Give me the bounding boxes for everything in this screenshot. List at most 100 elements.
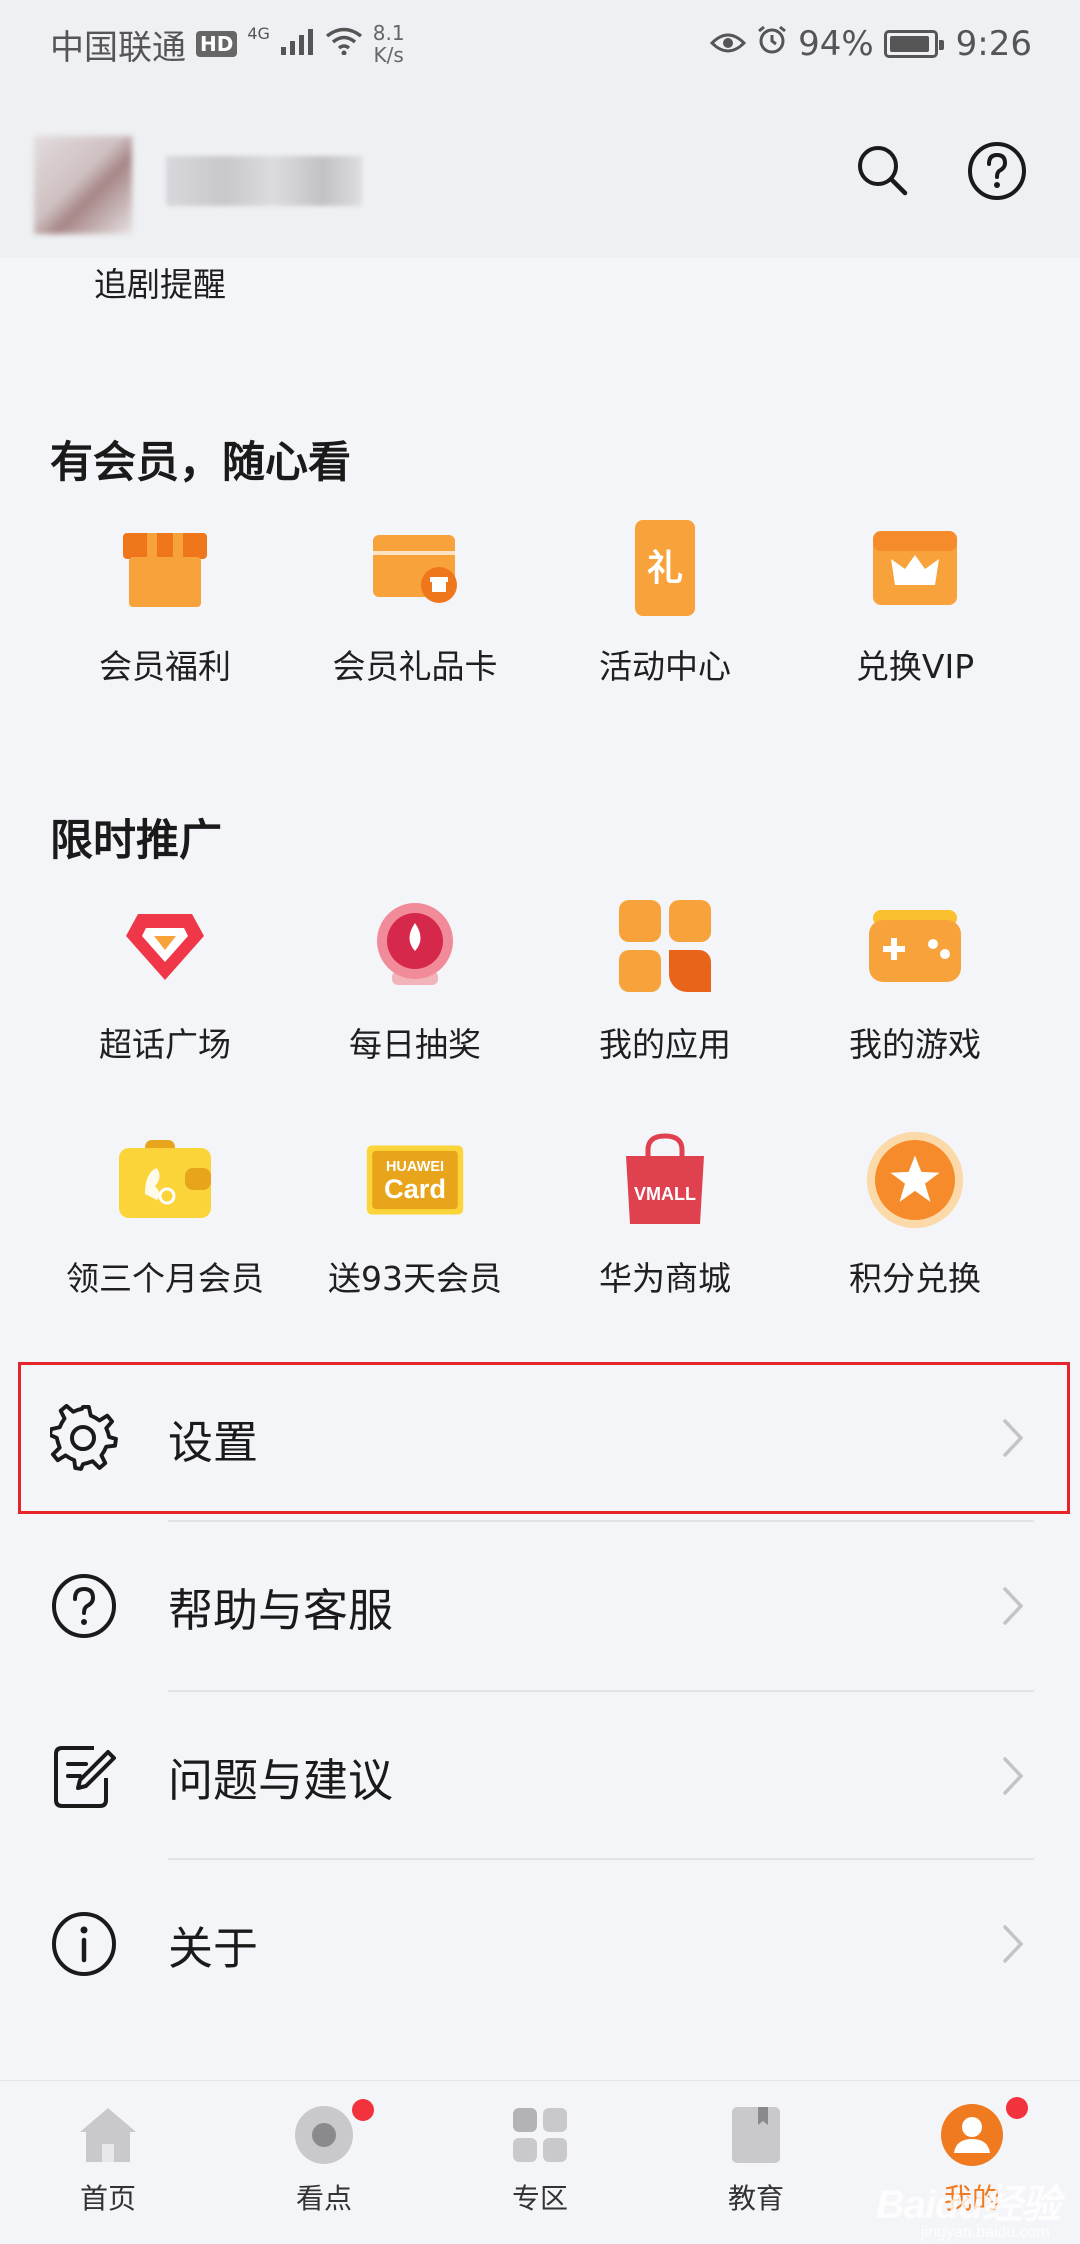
promo-item-my-apps[interactable]: 我的应用 bbox=[545, 896, 785, 1066]
vip-grid: 会员福利 会员礼品卡 礼 活动中心 兑换VIP bbox=[0, 518, 1080, 698]
lottery-icon bbox=[365, 896, 465, 996]
menu-item-label: 帮助与客服 bbox=[168, 1583, 394, 1637]
svg-text:Card: Card bbox=[384, 1173, 446, 1204]
profile-header bbox=[0, 88, 1080, 258]
grid-icon bbox=[508, 2103, 572, 2167]
signal-tag: 4G bbox=[247, 24, 270, 43]
feedback-edit-icon bbox=[50, 1742, 118, 1810]
menu-item-label: 关于 bbox=[168, 1921, 259, 1975]
vip-item-label: 会员礼品卡 bbox=[332, 647, 498, 686]
promo-item-label: 我的游戏 bbox=[849, 1025, 981, 1064]
help-circle-icon bbox=[50, 1572, 118, 1640]
promo-item-vmall[interactable]: VMALL 华为商城 bbox=[545, 1130, 785, 1300]
profile-icon bbox=[940, 2097, 1028, 2167]
nav-discover[interactable]: 看点 bbox=[264, 2099, 384, 2217]
promo-grid-row-1: 超话广场 每日抽奖 我的应用 我的游戏 bbox=[0, 896, 1080, 1076]
username[interactable] bbox=[166, 156, 362, 206]
promo-section-title: 限时推广 bbox=[50, 816, 222, 866]
phone-gift-icon: 礼 bbox=[615, 518, 715, 618]
cellular-signal-icon: 4G bbox=[247, 24, 314, 64]
chevron-right-icon bbox=[998, 1756, 1028, 1796]
promo-item-daily-lottery[interactable]: 每日抽奖 bbox=[295, 896, 535, 1066]
wifi-icon bbox=[325, 24, 363, 64]
crown-icon bbox=[865, 518, 965, 618]
vmall-bag-icon: VMALL bbox=[615, 1130, 715, 1230]
vip-item-gift-card[interactable]: 会员礼品卡 bbox=[295, 518, 535, 688]
nav-zone[interactable]: 专区 bbox=[480, 2103, 600, 2217]
avatar[interactable] bbox=[34, 136, 132, 234]
chevron-right-icon bbox=[998, 1586, 1028, 1626]
status-left: 中国联通 HD 4G 8.1 K/s bbox=[50, 20, 405, 69]
discover-icon bbox=[292, 2099, 374, 2167]
promo-item-label: 积分兑换 bbox=[849, 1259, 981, 1298]
help-circle-icon[interactable] bbox=[962, 136, 1032, 206]
promo-grid-row-2: 领三个月会员 HUAWEI Card 送93天会员 VMALL 华为商城 积分兑… bbox=[0, 1130, 1080, 1310]
vip-item-label: 兑换VIP bbox=[855, 647, 975, 686]
menu-item-label: 问题与建议 bbox=[168, 1753, 394, 1807]
vip-item-welfare[interactable]: 会员福利 bbox=[45, 518, 285, 688]
status-bar: 中国联通 HD 4G 8.1 K/s 94% 9:26 bbox=[0, 0, 1080, 88]
menu-item-settings[interactable]: 设置 bbox=[0, 1354, 1080, 1522]
tracker-reminder[interactable]: 追剧提醒 bbox=[94, 258, 226, 306]
menu-item-help[interactable]: 帮助与客服 bbox=[0, 1522, 1080, 1690]
promo-item-93-day-vip[interactable]: HUAWEI Card 送93天会员 bbox=[295, 1130, 535, 1300]
bottom-nav: 首页 看点 专区 教育 我的 Baidu经验 jingyan.baidu.com bbox=[0, 2080, 1080, 2244]
gift-icon bbox=[115, 518, 215, 618]
promo-item-points-redeem[interactable]: 积分兑换 bbox=[795, 1130, 1035, 1300]
notification-dot bbox=[1006, 2097, 1028, 2119]
info-icon bbox=[50, 1910, 118, 1978]
menu-item-label: 设置 bbox=[168, 1415, 259, 1469]
gamepad-icon bbox=[865, 896, 965, 996]
hd-badge: HD bbox=[196, 31, 238, 57]
apps-icon bbox=[615, 896, 715, 996]
promo-item-label: 华为商城 bbox=[599, 1259, 731, 1298]
huawei-card-icon: HUAWEI Card bbox=[365, 1130, 465, 1230]
menu-item-about[interactable]: 关于 bbox=[0, 1860, 1080, 2028]
vip-item-events[interactable]: 礼 活动中心 bbox=[545, 518, 785, 688]
book-icon bbox=[724, 2103, 788, 2167]
watermark: Baidu经验 bbox=[875, 2183, 1061, 2227]
notification-dot bbox=[352, 2099, 374, 2121]
promo-item-three-month-vip[interactable]: 领三个月会员 bbox=[45, 1130, 285, 1300]
nav-label: 看点 bbox=[295, 2182, 352, 2215]
gear-icon bbox=[50, 1404, 118, 1472]
star-badge-icon bbox=[865, 1130, 965, 1230]
status-right: 94% 9:26 bbox=[709, 24, 1032, 65]
promo-item-label: 每日抽奖 bbox=[349, 1025, 481, 1064]
svg-text:VMALL: VMALL bbox=[634, 1184, 696, 1204]
vip-item-label: 会员福利 bbox=[99, 647, 231, 686]
nav-education[interactable]: 教育 bbox=[696, 2103, 816, 2217]
vip-item-redeem[interactable]: 兑换VIP bbox=[795, 518, 1035, 688]
battery-icon bbox=[883, 30, 944, 58]
wallet-icon bbox=[115, 1130, 215, 1230]
search-icon[interactable] bbox=[848, 136, 918, 206]
eye-comfort-icon bbox=[709, 24, 747, 64]
promo-item-my-games[interactable]: 我的游戏 bbox=[795, 896, 1035, 1066]
promo-item-super-topic[interactable]: 超话广场 bbox=[45, 896, 285, 1066]
alarm-icon bbox=[756, 24, 788, 65]
watermark-sub: jingyan.baidu.com bbox=[921, 2224, 1050, 2241]
vip-section-title: 有会员，随心看 bbox=[50, 438, 351, 488]
promo-item-label: 我的应用 bbox=[599, 1025, 731, 1064]
vip-item-label: 活动中心 bbox=[599, 647, 731, 686]
nav-label: 首页 bbox=[79, 2182, 136, 2215]
network-speed: 8.1 K/s bbox=[373, 22, 405, 66]
chevron-right-icon bbox=[998, 1418, 1028, 1458]
promo-item-label: 送93天会员 bbox=[328, 1259, 502, 1298]
nav-label: 专区 bbox=[511, 2182, 568, 2215]
svg-text:礼: 礼 bbox=[647, 548, 683, 589]
home-icon bbox=[76, 2103, 140, 2167]
promo-item-label: 领三个月会员 bbox=[66, 1259, 264, 1298]
nav-label: 教育 bbox=[727, 2182, 784, 2215]
carrier-name: 中国联通 bbox=[50, 27, 186, 68]
chevron-right-icon bbox=[998, 1924, 1028, 1964]
promo-item-label: 超话广场 bbox=[99, 1025, 231, 1064]
battery-fill bbox=[889, 36, 930, 52]
net-speed-unit: K/s bbox=[373, 43, 404, 67]
gift-card-icon bbox=[365, 518, 465, 618]
nav-home[interactable]: 首页 bbox=[48, 2103, 168, 2217]
battery-text: 94% bbox=[798, 24, 874, 64]
net-speed-value: 8.1 bbox=[372, 21, 405, 45]
clock: 9:26 bbox=[955, 24, 1032, 64]
menu-item-feedback[interactable]: 问题与建议 bbox=[0, 1692, 1080, 1860]
